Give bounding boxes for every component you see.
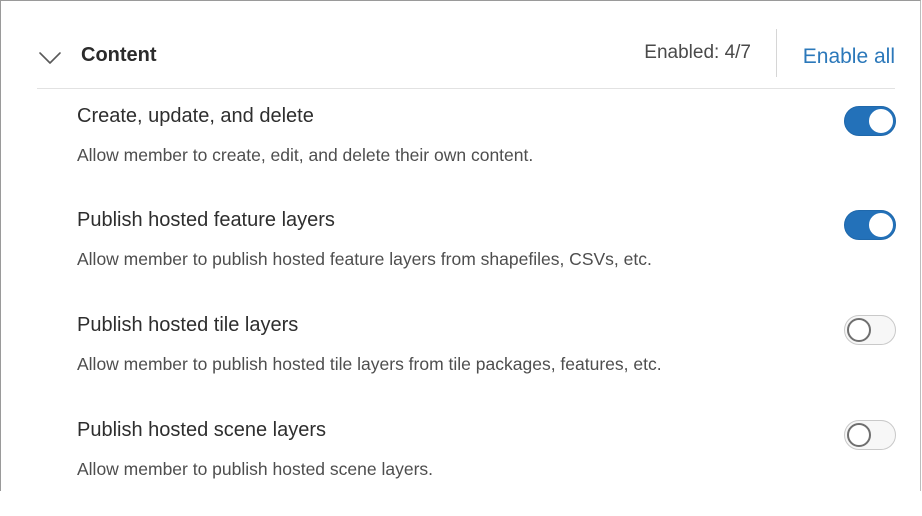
privilege-toggle[interactable] <box>844 106 896 136</box>
privilege-title: Publish hosted tile layers <box>77 314 299 336</box>
enabled-count: Enabled: 4/7 <box>644 42 751 63</box>
chevron-down-icon <box>39 52 61 64</box>
toggle-knob <box>869 109 893 133</box>
privilege-publish-tile-layers: Publish hosted tile layers Allow member … <box>1 311 921 411</box>
privilege-publish-feature-layers: Publish hosted feature layers Allow memb… <box>1 206 921 306</box>
privilege-description: Allow member to publish hosted tile laye… <box>77 354 662 374</box>
privilege-publish-scene-layers: Publish hosted scene layers Allow member… <box>1 416 921 516</box>
header-divider-line <box>37 88 895 89</box>
section-title: Content <box>81 44 157 66</box>
collapse-section-button[interactable] <box>37 47 63 67</box>
privilege-title: Publish hosted scene layers <box>77 419 327 441</box>
privilege-title: Create, update, and delete <box>77 105 314 127</box>
privilege-title: Publish hosted feature layers <box>77 209 335 231</box>
privilege-create-update-delete: Create, update, and delete Allow member … <box>1 102 921 202</box>
privilege-toggle[interactable] <box>844 210 896 240</box>
privilege-toggle[interactable] <box>844 420 896 450</box>
toggle-knob <box>869 213 893 237</box>
enable-all-link[interactable]: Enable all <box>803 43 895 71</box>
content-privileges-panel: Content Enabled: 4/7 Enable all Create, … <box>0 0 921 491</box>
section-header: Content Enabled: 4/7 Enable all <box>1 1 921 89</box>
privilege-toggle[interactable] <box>844 315 896 345</box>
privilege-description: Allow member to publish hosted scene lay… <box>77 459 434 479</box>
header-divider <box>776 29 777 77</box>
privilege-description: Allow member to create, edit, and delete… <box>77 145 534 165</box>
toggle-knob <box>847 318 871 342</box>
toggle-knob <box>847 423 871 447</box>
privilege-description: Allow member to publish hosted feature l… <box>77 249 652 269</box>
